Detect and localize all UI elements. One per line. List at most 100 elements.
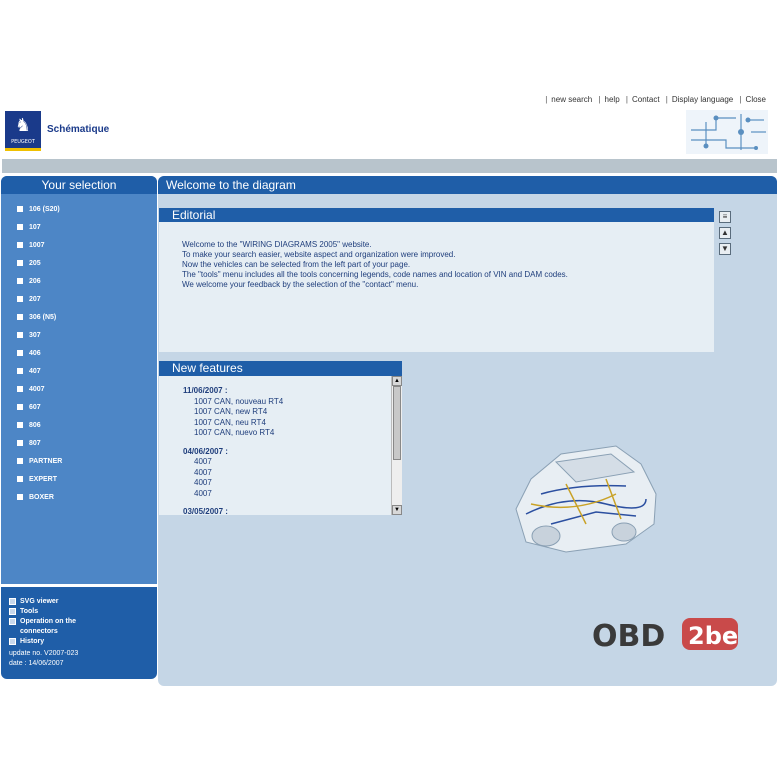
model-item[interactable]: 107 [1, 218, 157, 236]
model-item[interactable]: 205 [1, 254, 157, 272]
bullet-icon [17, 206, 23, 212]
model-item[interactable]: 206 [1, 272, 157, 290]
bullet-icon [17, 332, 23, 338]
editorial-line: We welcome your feedback by the selectio… [182, 280, 419, 289]
contact-link[interactable]: Contact [632, 95, 660, 104]
new-features-title: New features [159, 361, 402, 376]
model-item[interactable]: BOXER [1, 488, 157, 506]
main-title: Welcome to the diagram [158, 176, 777, 194]
bullet-icon [17, 368, 23, 374]
bullet-icon [17, 350, 23, 356]
feature-item: 4007 [194, 488, 212, 498]
model-label: EXPERT [29, 475, 58, 483]
bullet-icon [17, 440, 23, 446]
tool-svg-viewer[interactable]: SVG viewer [9, 597, 157, 607]
model-label: 107 [29, 223, 41, 231]
feature-item: 4007 [194, 478, 212, 487]
model-item[interactable]: 807 [1, 434, 157, 452]
model-item[interactable]: 106 (S20) [1, 200, 157, 218]
feature-date: 04/06/2007 : [183, 446, 228, 456]
model-label: 106 (S20) [29, 205, 60, 213]
feature-item: 4007 [194, 467, 212, 477]
model-item[interactable]: 407 [1, 362, 157, 380]
lion-icon: ♞ [14, 115, 32, 135]
close-link[interactable]: Close [746, 95, 766, 104]
model-item[interactable]: PARTNER [1, 452, 157, 470]
feature-date: 11/06/2007 : [183, 386, 228, 395]
update-date: date : 14/06/2007 [9, 660, 64, 667]
bullet-icon [17, 494, 23, 500]
editorial-controls: ≡ ▲ ▼ [719, 211, 733, 259]
bullet-icon [17, 386, 23, 392]
peugeot-logo: ♞ PEUGEOT [5, 111, 41, 151]
model-item[interactable]: EXPERT [1, 470, 157, 488]
editorial-line: The "tools" menu includes all the tools … [182, 270, 568, 279]
feature-item: 1007 CAN, neu RT4 [194, 417, 266, 427]
model-label: 205 [29, 259, 41, 267]
svg-text:OBD: OBD [592, 619, 665, 654]
bullet-icon [17, 404, 23, 410]
scroll-thumb[interactable] [393, 386, 401, 460]
model-item[interactable]: 607 [1, 398, 157, 416]
tool-tools[interactable]: Tools [9, 607, 157, 617]
svg-text:2be: 2be [688, 622, 738, 650]
features-scrollbar[interactable]: ▲ ▼ [391, 376, 402, 515]
model-item[interactable]: 1007 [1, 236, 157, 254]
model-item[interactable]: 207 [1, 290, 157, 308]
obd2be-watermark: OBD 2be [592, 618, 738, 654]
feature-date: 03/05/2007 : [183, 507, 228, 515]
model-label: BOXER [29, 493, 54, 501]
model-label: 806 [29, 421, 41, 429]
viewer-icon [9, 598, 16, 605]
scroll-up-arrow-icon[interactable]: ▲ [392, 376, 402, 386]
bullet-icon [17, 242, 23, 248]
scroll-down-icon[interactable]: ▼ [719, 243, 731, 255]
model-label: 406 [29, 349, 41, 357]
model-item[interactable]: 4007 [1, 380, 157, 398]
scroll-down-arrow-icon[interactable]: ▼ [392, 505, 402, 515]
tools-panel: SVG viewer Tools Operation on the connec… [1, 587, 157, 679]
feature-item: 4007 [194, 457, 212, 466]
model-label: 206 [29, 277, 41, 285]
editorial-title: Editorial [159, 208, 714, 222]
model-item[interactable]: 406 [1, 344, 157, 362]
new-features-panel: New features 11/06/2007 : 1007 CAN, nouv… [159, 361, 402, 515]
model-label: 607 [29, 403, 41, 411]
app-title: Schématique [47, 124, 110, 135]
bullet-icon [17, 260, 23, 266]
model-item[interactable]: 307 [1, 326, 157, 344]
feature-item: 1007 CAN, nouveau RT4 [194, 396, 284, 406]
feature-item: 1007 CAN, new RT4 [194, 407, 268, 416]
sidebar-title: Your selection [1, 176, 157, 194]
model-item[interactable]: 806 [1, 416, 157, 434]
circuit-decoration [686, 110, 768, 154]
model-item[interactable]: 306 (N5) [1, 308, 157, 326]
model-label: 807 [29, 439, 41, 447]
new-features-list: 11/06/2007 : 1007 CAN, nouveau RT4 1007 … [159, 376, 391, 515]
scroll-up-icon[interactable]: ▲ [719, 227, 731, 239]
tool-history[interactable]: History [9, 637, 157, 647]
tool-label: Tools [20, 608, 39, 615]
tool-label: Operation on the connectors [20, 618, 76, 635]
list-icon[interactable]: ≡ [719, 211, 731, 223]
bullet-icon [17, 458, 23, 464]
display-language-link[interactable]: Display language [672, 95, 733, 104]
car-wiring-illustration [515, 445, 657, 553]
editorial-body: Welcome to the "WIRING DIAGRAMS 2005" we… [159, 222, 714, 290]
new-search-link[interactable]: new search [551, 95, 592, 104]
brand-text: PEUGEOT [11, 139, 35, 145]
tools-icon [9, 608, 16, 615]
model-list: 106 (S20) 107 1007 205 206 207 306 (N5) … [1, 194, 157, 506]
header-divider [2, 159, 777, 173]
model-label: 407 [29, 367, 41, 375]
tool-label: History [20, 638, 45, 645]
help-link[interactable]: help [605, 95, 620, 104]
bullet-icon [17, 422, 23, 428]
model-label: 307 [29, 331, 41, 339]
model-label: 207 [29, 295, 41, 303]
connector-icon [9, 618, 16, 625]
bullet-icon [17, 296, 23, 302]
feature-item: 1007 CAN, nuevo RT4 [194, 428, 275, 437]
tool-operation-connectors[interactable]: Operation on the connectors [9, 617, 157, 637]
editorial-line: To make your search easier, website aspe… [182, 250, 456, 259]
